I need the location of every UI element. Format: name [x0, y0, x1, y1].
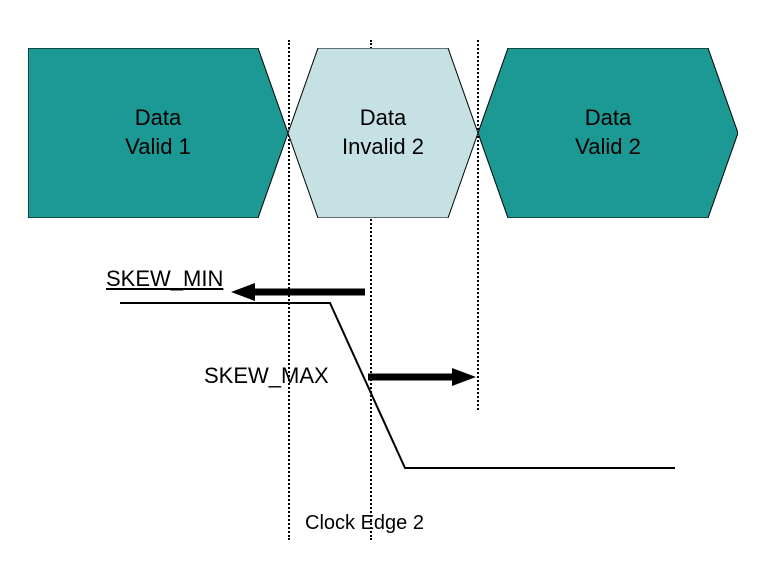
data-block-valid2: Data Valid 2: [478, 48, 738, 218]
data-block-valid1: Data Valid 1: [28, 48, 288, 218]
arrow-skew-min: [231, 283, 365, 301]
timing-diagram: Data Valid 1 Data Invalid 2 Data Valid 2…: [0, 0, 757, 563]
skew-min-label: SKEW_MIN: [106, 266, 223, 292]
clock-waveform: [120, 300, 680, 500]
data-block-label: Data Invalid 2: [342, 104, 424, 161]
data-block-row: Data Valid 1 Data Invalid 2 Data Valid 2: [28, 48, 740, 218]
data-block-invalid2: Data Invalid 2: [288, 48, 478, 218]
clock-edge-label: Clock Edge 2: [305, 512, 424, 535]
data-block-label: Data Valid 1: [125, 104, 191, 161]
data-block-label: Data Valid 2: [575, 104, 641, 161]
